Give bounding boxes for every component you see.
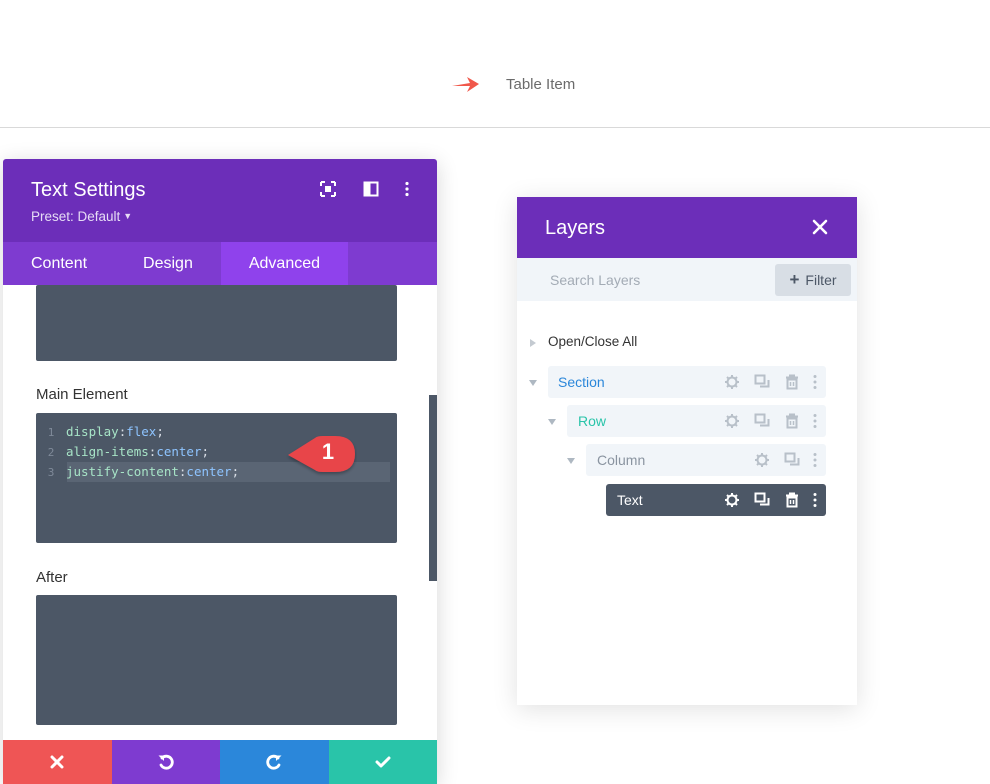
more-options-icon[interactable]: [812, 492, 818, 508]
caret-down-icon[interactable]: [528, 378, 538, 388]
top-strip: Table Item: [0, 0, 990, 128]
tab-design[interactable]: Design: [115, 242, 221, 285]
gear-icon[interactable]: [724, 413, 740, 429]
close-icon: [50, 755, 64, 769]
callout-number: 1: [321, 439, 335, 464]
layers-title: Layers: [545, 217, 606, 239]
arrow-right-icon: [452, 77, 479, 92]
more-options-icon[interactable]: [812, 452, 818, 468]
trash-icon[interactable]: [784, 413, 800, 429]
caret-down-icon[interactable]: [566, 456, 576, 466]
settings-footer: [3, 740, 437, 784]
preset-dropdown[interactable]: Preset: Default ▼: [31, 209, 132, 224]
layer-label: Section: [558, 374, 605, 390]
scrollbar[interactable]: [429, 395, 437, 581]
text-settings-modal: Text Settings Preset: Default ▼ Content D…: [3, 159, 437, 784]
split-view-icon[interactable]: [363, 181, 379, 197]
trash-icon[interactable]: [784, 492, 800, 508]
before-code-editor[interactable]: [36, 285, 397, 361]
redo-button[interactable]: [220, 740, 329, 784]
row-actions: [710, 405, 818, 437]
plus-icon: +: [789, 270, 800, 289]
table-item-label: Table Item: [506, 75, 576, 93]
layers-header: Layers: [517, 197, 857, 258]
tab-advanced[interactable]: Advanced: [220, 242, 349, 285]
gear-icon[interactable]: [724, 492, 740, 508]
settings-title: Text Settings: [31, 179, 146, 201]
open-close-all[interactable]: Open/Close All: [548, 334, 637, 349]
row-actions: [740, 444, 818, 476]
after-label: After: [36, 569, 68, 586]
layers-search-bar: + Filter: [517, 258, 857, 301]
layer-item-section[interactable]: Section: [548, 366, 826, 398]
caret-down-icon[interactable]: [547, 417, 557, 427]
settings-body: Main Element 1 display:flex; 2 align-items…: [3, 285, 437, 739]
caret-right-icon[interactable]: [528, 338, 538, 348]
cancel-button[interactable]: [3, 740, 112, 784]
check-icon: [375, 756, 391, 768]
main-element-label: Main Element: [36, 386, 128, 403]
table-item[interactable]: Table Item: [450, 73, 575, 95]
layer-item-column[interactable]: Column: [586, 444, 826, 476]
layer-label: Row: [578, 413, 607, 429]
filter-label: Filter: [805, 272, 837, 288]
duplicate-icon[interactable]: [754, 492, 770, 508]
more-options-icon[interactable]: [812, 374, 818, 390]
duplicate-icon[interactable]: [754, 374, 770, 390]
layer-label: Text: [617, 492, 643, 508]
redo-icon: [266, 754, 282, 770]
row-actions: [710, 366, 818, 398]
layer-label: Column: [597, 452, 646, 468]
close-icon[interactable]: [811, 218, 829, 236]
gear-icon[interactable]: [724, 374, 740, 390]
filter-button[interactable]: + Filter: [775, 264, 851, 296]
search-input[interactable]: [537, 258, 767, 301]
save-button[interactable]: [328, 740, 437, 784]
layers-panel: Layers + Filter Open/Close All Section Ro…: [517, 197, 857, 705]
layer-item-row[interactable]: Row: [567, 405, 826, 437]
more-options-icon[interactable]: [812, 413, 818, 429]
undo-button[interactable]: [111, 740, 220, 784]
tab-content[interactable]: Content: [3, 242, 115, 285]
gear-icon[interactable]: [754, 452, 770, 468]
after-code-editor[interactable]: [36, 595, 397, 725]
settings-tabs: Content Design Advanced: [3, 242, 437, 285]
row-actions: [710, 484, 818, 516]
caret-down-icon: ▼: [123, 211, 133, 221]
duplicate-icon[interactable]: [784, 452, 800, 468]
preset-label: Preset: Default: [31, 209, 121, 224]
more-options-icon[interactable]: [399, 181, 415, 197]
duplicate-icon[interactable]: [754, 413, 770, 429]
fullscreen-icon[interactable]: [320, 181, 336, 197]
trash-icon[interactable]: [784, 374, 800, 390]
layer-item-text[interactable]: Text: [606, 484, 826, 516]
settings-header: Text Settings Preset: Default ▼: [3, 159, 437, 242]
undo-icon: [158, 754, 174, 770]
